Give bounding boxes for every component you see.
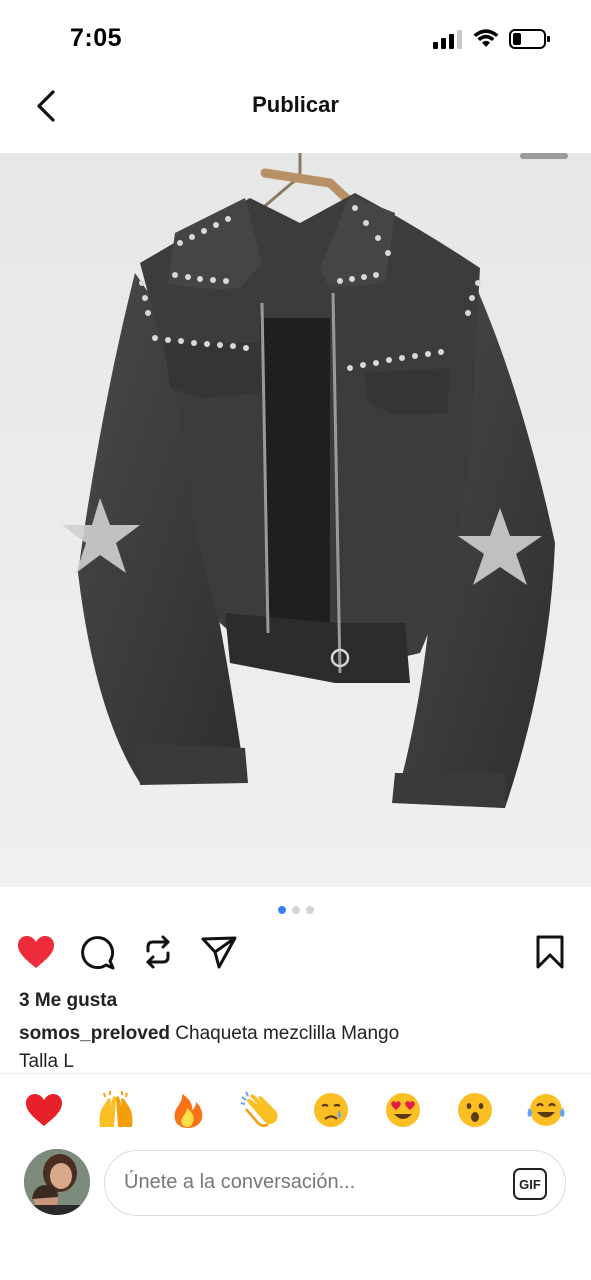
carousel-dot (277, 906, 286, 914)
tears-of-joy-emoji-icon (527, 1094, 565, 1126)
heart-filled-icon (18, 936, 54, 968)
repost-icon (146, 935, 170, 969)
bookmark-icon (536, 935, 564, 969)
reaction-surprised-face[interactable] (453, 1088, 497, 1132)
heart-eyes-emoji-icon (386, 1093, 420, 1127)
carousel-dot (305, 906, 314, 914)
red-heart-emoji-icon (26, 1094, 62, 1126)
avatar-photo (24, 1149, 90, 1215)
reaction-crying-face[interactable] (309, 1088, 353, 1132)
comment-icon (81, 936, 115, 970)
surprised-face-emoji-icon (458, 1093, 492, 1127)
page-title: Publicar (252, 92, 339, 117)
quick-reactions (0, 1088, 591, 1132)
comment-input[interactable]: Únete a la conversación... GIF (104, 1150, 566, 1216)
caption-username[interactable]: somos_preloved (19, 1023, 170, 1044)
jacket-photo (0, 153, 591, 887)
divider (0, 1073, 591, 1074)
reaction-raising-hands[interactable] (94, 1088, 138, 1132)
fire-emoji-icon (174, 1094, 203, 1128)
gif-button[interactable]: GIF (513, 1168, 547, 1200)
reaction-clapping-hands[interactable] (238, 1088, 282, 1132)
status-bar: 7:05 (0, 0, 591, 72)
carousel-indicator (0, 906, 591, 914)
share-button[interactable] (199, 930, 239, 974)
user-avatar[interactable] (24, 1149, 90, 1215)
post-caption: somos_preloved Chaqueta mezclilla Mango … (19, 1020, 579, 1076)
comment-button[interactable] (77, 930, 117, 974)
wifi-icon (473, 29, 499, 47)
reaction-red-heart[interactable] (22, 1088, 66, 1132)
comment-placeholder: Únete a la conversación... (124, 1171, 356, 1193)
cellular-signal-icon (433, 30, 462, 49)
reaction-tears-of-joy[interactable] (524, 1088, 568, 1132)
crying-face-emoji-icon (314, 1093, 348, 1127)
battery-icon (509, 29, 550, 49)
reaction-fire[interactable] (166, 1088, 210, 1132)
status-icons (433, 28, 551, 50)
caption-text: Chaqueta mezclilla Mango (175, 1023, 400, 1044)
status-time: 7:05 (70, 24, 123, 52)
repost-button[interactable] (138, 930, 178, 974)
likes-count[interactable]: 3 Me gusta (19, 990, 117, 1012)
clapping-hands-emoji-icon (240, 1091, 278, 1127)
caption-text-line2: Talla L (19, 1051, 74, 1072)
like-button[interactable] (16, 930, 56, 974)
post-image[interactable] (0, 153, 591, 887)
post-actions (0, 930, 591, 974)
reaction-heart-eyes[interactable] (381, 1088, 425, 1132)
raising-hands-emoji-icon (99, 1091, 133, 1127)
header: Publicar (0, 72, 591, 152)
save-button[interactable] (530, 930, 570, 974)
send-icon (201, 936, 237, 969)
carousel-dot (291, 906, 300, 914)
